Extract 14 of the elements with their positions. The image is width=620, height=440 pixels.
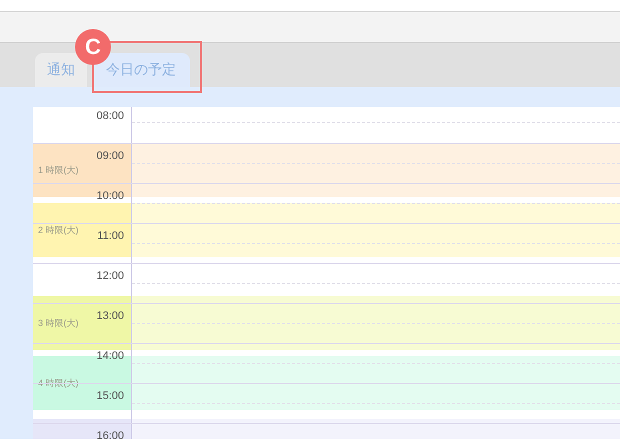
time-label: 16:00: [96, 430, 124, 439]
period-label: 2 時限(大): [38, 224, 78, 236]
tab[interactable]: 今日の予定: [92, 53, 190, 87]
time-label: 08:00: [96, 110, 124, 122]
time-label: 10:00: [96, 190, 124, 202]
period-label: 3 時限(大): [38, 316, 78, 330]
time-label: 14:00: [96, 350, 124, 362]
time-label: 12:00: [96, 270, 124, 282]
time-label: 11:00: [97, 230, 124, 242]
tab[interactable]: 通知: [35, 53, 87, 87]
time-label: 09:00: [96, 150, 124, 162]
time-label: 13:00: [96, 310, 124, 322]
time-label: 15:00: [96, 390, 124, 402]
period-label: 1 時限(大): [38, 164, 78, 176]
